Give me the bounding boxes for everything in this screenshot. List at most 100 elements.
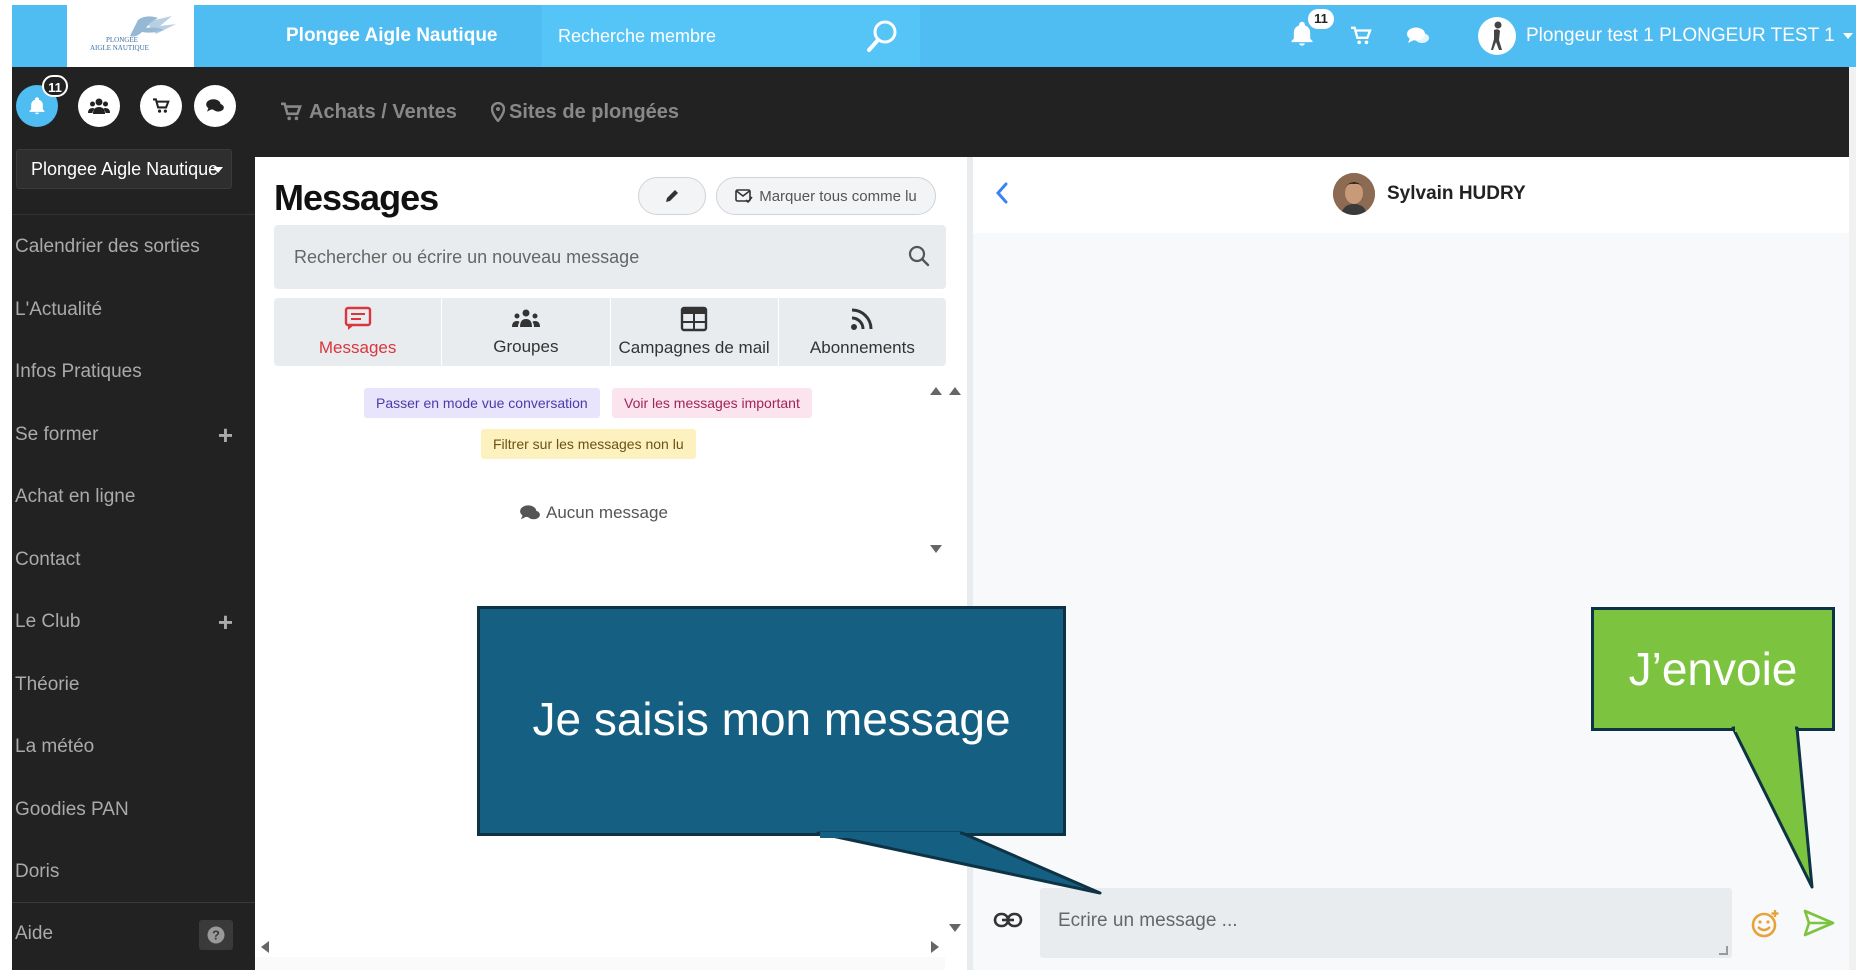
nav-achats-ventes[interactable]: Achats / Ventes bbox=[279, 67, 457, 157]
empty-state-text: Aucun message bbox=[546, 503, 668, 522]
tab-abonnements[interactable]: Abonnements bbox=[779, 298, 946, 366]
sidebar: 11 Plongee Aigle Nautique Calendrier des… bbox=[12, 67, 255, 970]
calendar-table-icon bbox=[680, 306, 708, 332]
contact-header[interactable]: Sylvain HUDRY bbox=[1333, 173, 1526, 215]
message-icon bbox=[344, 306, 371, 330]
club-logo[interactable]: PLONGEE AIGLE NAUTIQUE bbox=[67, 5, 194, 67]
scroll-up-arrow[interactable] bbox=[949, 387, 961, 395]
sidebar-notif-badge: 11 bbox=[42, 75, 68, 97]
sidebar-menu: Calendrier des sorties L'Actualité Infos… bbox=[12, 216, 255, 904]
search-icon[interactable] bbox=[908, 245, 930, 272]
sidebar-item-meteo[interactable]: La météo bbox=[12, 716, 255, 779]
sidebar-item-theorie[interactable]: Théorie bbox=[12, 654, 255, 717]
users-icon bbox=[88, 98, 110, 114]
sidebar-item-se-former[interactable]: Se former + bbox=[12, 404, 255, 467]
tab-label: Messages bbox=[318, 338, 397, 357]
back-chevron-icon[interactable] bbox=[995, 181, 1009, 212]
scroll-down-arrow[interactable] bbox=[949, 924, 961, 932]
tab-label: Campagnes de mail bbox=[618, 338, 770, 357]
nav-sites-plongees[interactable]: Sites de plongées bbox=[491, 67, 679, 157]
groups-icon bbox=[511, 309, 540, 327]
sidebar-item-le-club[interactable]: Le Club + bbox=[12, 591, 255, 654]
message-search-input[interactable] bbox=[294, 241, 874, 273]
avatar bbox=[1333, 173, 1375, 215]
sidebar-divider bbox=[12, 214, 255, 215]
tab-groupes[interactable]: Groupes bbox=[442, 298, 611, 366]
sidebar-item-contact[interactable]: Contact bbox=[12, 529, 255, 592]
tab-label: Groupes bbox=[493, 337, 559, 356]
mark-all-read-button[interactable]: Marquer tous comme lu bbox=[716, 177, 936, 215]
sidebar-cart-button[interactable] bbox=[140, 85, 182, 127]
link-icon[interactable] bbox=[993, 910, 1023, 935]
logo-text: PLONGEE AIGLE NAUTIQUE bbox=[76, 12, 186, 60]
sidebar-item-label: Se former bbox=[15, 423, 99, 445]
cart-icon bbox=[281, 102, 302, 121]
messages-panel: Messages Marquer tous comme lu Messages … bbox=[255, 157, 967, 970]
sidebar-item-label: Calendrier des sorties bbox=[15, 236, 200, 257]
sidebar-chat-button[interactable] bbox=[194, 85, 236, 127]
sidebar-item-infos[interactable]: Infos Pratiques bbox=[12, 341, 255, 404]
horizontal-scrollbar[interactable] bbox=[255, 957, 945, 970]
sidebar-item-label: Aide bbox=[15, 923, 54, 944]
sidebar-item-label: Goodies PAN bbox=[15, 798, 129, 820]
nav-label: Sites de plongées bbox=[509, 101, 680, 123]
sidebar-item-doris[interactable]: Doris bbox=[12, 841, 255, 904]
conversation-panel: Sylvain HUDRY bbox=[973, 157, 1849, 970]
rss-icon bbox=[851, 308, 873, 330]
sidebar-item-label: Achat en ligne bbox=[15, 486, 136, 507]
emoji-icon[interactable] bbox=[1749, 908, 1781, 945]
page: PLONGEE AIGLE NAUTIQUE Plongee Aigle Nau… bbox=[0, 0, 1856, 970]
user-name: Plongeur test 1 PLONGEUR TEST 1 bbox=[1526, 25, 1835, 46]
member-search-input[interactable] bbox=[558, 20, 858, 52]
search-icon[interactable] bbox=[866, 19, 898, 58]
resize-handle-icon[interactable] bbox=[1719, 946, 1728, 955]
compose-button[interactable] bbox=[638, 177, 706, 215]
plus-icon[interactable]: + bbox=[218, 591, 233, 654]
page-scrollbar[interactable] bbox=[1849, 67, 1856, 970]
message-input[interactable] bbox=[1058, 910, 1698, 940]
callout-send-text: J’envoie bbox=[1628, 643, 1798, 695]
sidebar-item-goodies[interactable]: Goodies PAN bbox=[12, 779, 255, 842]
svg-text:PLONGEE: PLONGEE bbox=[106, 36, 138, 44]
sidebar-item-label: Théorie bbox=[15, 673, 80, 695]
contact-name: Sylvain HUDRY bbox=[1387, 183, 1526, 204]
sidebar-item-actualite[interactable]: L'Actualité bbox=[12, 279, 255, 342]
tab-messages[interactable]: Messages bbox=[274, 298, 443, 366]
svg-text:AIGLE NAUTIQUE: AIGLE NAUTIQUE bbox=[90, 44, 149, 52]
member-search bbox=[542, 5, 920, 67]
notif-badge: 11 bbox=[1308, 9, 1334, 29]
scroll-down-arrow[interactable] bbox=[930, 545, 942, 553]
chat-icon bbox=[206, 99, 224, 112]
sidebar-item-label: Le Club bbox=[15, 611, 81, 632]
help-icon[interactable]: ? bbox=[199, 920, 233, 950]
empty-state: Aucun message bbox=[519, 503, 668, 523]
sidebar-item-achat[interactable]: Achat en ligne bbox=[12, 466, 255, 529]
nav-label: Achats / Ventes bbox=[309, 101, 457, 123]
filter-conversation-button[interactable]: Passer en mode vue conversation bbox=[364, 388, 600, 418]
scroll-left-arrow[interactable] bbox=[261, 941, 269, 953]
bell-icon bbox=[29, 97, 45, 115]
scroll-up-arrow[interactable] bbox=[930, 387, 942, 395]
pencil-icon bbox=[666, 190, 678, 202]
cart-icon[interactable] bbox=[1350, 5, 1372, 67]
sidebar-item-label: Infos Pratiques bbox=[15, 361, 142, 382]
tab-campagnes[interactable]: Campagnes de mail bbox=[611, 298, 779, 366]
user-avatar bbox=[1478, 17, 1516, 55]
brand-title[interactable]: Plongee Aigle Nautique bbox=[286, 5, 498, 67]
chat-icon[interactable] bbox=[1406, 5, 1430, 67]
sidebar-item-calendrier[interactable]: Calendrier des sorties bbox=[12, 216, 255, 279]
sidebar-item-label: Contact bbox=[15, 548, 81, 570]
filter-important-button[interactable]: Voir les messages important bbox=[612, 388, 812, 418]
scroll-right-arrow[interactable] bbox=[931, 941, 939, 953]
conversation-header: Sylvain HUDRY bbox=[973, 157, 1849, 233]
user-menu[interactable]: Plongeur test 1 PLONGEUR TEST 1 bbox=[1478, 5, 1853, 67]
filter-unread-button[interactable]: Filtrer sur les messages non lu bbox=[481, 429, 696, 459]
club-selector[interactable]: Plongee Aigle Nautique bbox=[16, 149, 232, 189]
map-pin-icon bbox=[491, 102, 505, 122]
sidebar-members-button[interactable] bbox=[78, 85, 120, 127]
send-icon[interactable] bbox=[1803, 909, 1835, 942]
sidebar-item-aide[interactable]: Aide ? bbox=[12, 903, 255, 965]
sidebar-item-label: L'Actualité bbox=[15, 298, 103, 320]
plus-icon[interactable]: + bbox=[218, 404, 233, 467]
top-notifications[interactable]: 11 bbox=[1288, 5, 1334, 67]
